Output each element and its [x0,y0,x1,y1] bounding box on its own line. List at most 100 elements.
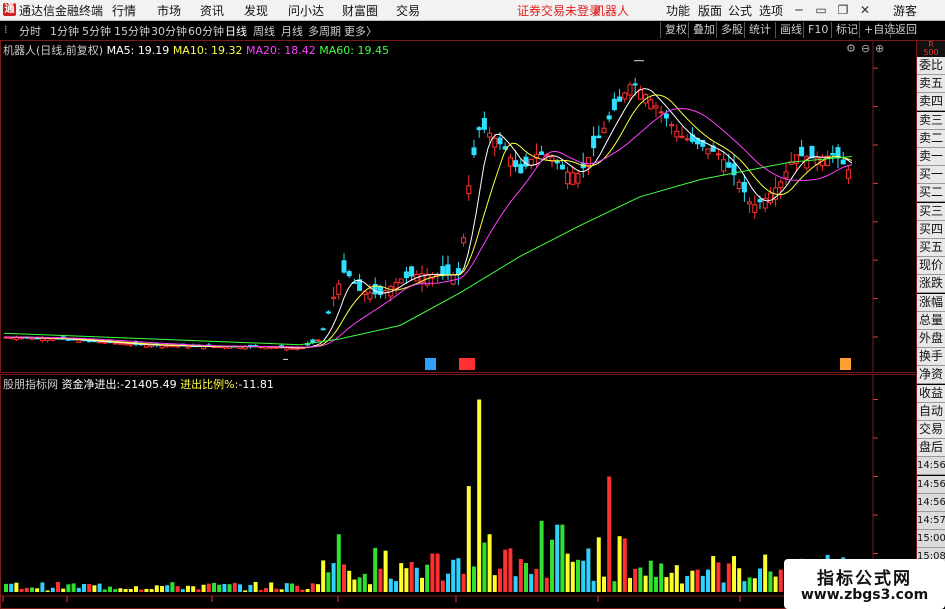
menu-faxian[interactable]: 发现 [244,2,268,19]
btn-duogu[interactable]: 多股 [716,22,747,38]
volume-bar [76,587,81,592]
btn-fuquan[interactable]: 复权 [660,22,691,38]
menu-gongshi[interactable]: 公式 [728,2,752,19]
volume-bar [570,561,575,592]
candle [601,121,607,134]
period-5min[interactable]: 5分钟 [82,23,111,39]
side-item[interactable]: 14:56 [917,457,945,476]
btn-f10[interactable]: F10 [803,22,832,38]
login-status[interactable]: 证券交易未登录 [517,2,601,19]
side-item[interactable]: 卖四 [917,93,945,112]
menu-hangqing[interactable]: 行情 [112,2,136,19]
restore-icon[interactable]: ❐ [832,1,854,19]
candle [617,88,623,102]
volume-bar [482,542,487,592]
side-item[interactable]: 外盘 [917,330,945,348]
menu-zixun[interactable]: 资讯 [200,2,224,19]
candlestick-chart[interactable] [0,40,917,373]
volume-bar [274,588,279,592]
side-item[interactable]: 涨跌 [917,275,945,294]
side-item[interactable]: 自动 [917,402,945,421]
side-item[interactable]: 卖二 [917,129,945,148]
period-60min[interactable]: 60分钟 [188,23,224,39]
menu-wenxiaoda[interactable]: 问小达 [288,2,324,19]
side-item[interactable]: 卖一 [917,148,945,166]
side-item[interactable]: 买一 [917,166,945,185]
candle [440,255,446,280]
volume-bar [123,589,128,592]
side-item[interactable]: 14:56 [917,493,945,512]
menu-jiaoyi[interactable]: 交易 [396,2,420,19]
volume-bar [399,563,404,592]
candle [684,134,690,142]
btn-biaoji[interactable]: 标记 [831,22,862,38]
minimize-icon[interactable]: ─ [788,1,810,19]
volume-bar [243,590,248,592]
user-label[interactable]: 游客 [893,2,917,19]
period-1min[interactable]: 1分钟 [50,23,79,39]
side-item[interactable]: 买二 [917,184,945,203]
candle-body [617,96,623,102]
close-icon[interactable]: ✕ [854,1,876,19]
side-item[interactable]: 15:00 [917,530,945,549]
side-item[interactable]: 盘后 [917,439,945,458]
side-item[interactable]: 买三 [917,202,945,221]
candle-body [721,159,727,172]
fund-flow-bar-chart[interactable] [0,374,917,609]
candle-body [497,137,503,145]
side-item[interactable]: 卖五 [917,75,945,94]
candle [201,346,207,350]
menu-gongneng[interactable]: 功能 [666,2,690,19]
candle [773,176,779,207]
menu-banmian[interactable]: 版面 [698,2,722,19]
side-item[interactable]: 现价 [917,257,945,276]
candle-body [596,135,602,139]
side-item[interactable]: 卖三 [917,111,945,130]
side-item[interactable]: 买五 [917,239,945,257]
candle-body [507,157,513,167]
period-30min[interactable]: 30分钟 [151,23,187,39]
volume-bar [768,571,773,592]
volume-bar [316,584,320,592]
candle [461,233,467,247]
side-item[interactable]: 净资 [917,366,945,385]
candle-body [76,339,82,343]
btn-tongji[interactable]: 统计 [744,22,775,38]
menu-xuanxiang[interactable]: 选项 [759,2,783,19]
event-marker [840,358,851,370]
period-more[interactable]: 更多〉 [344,23,377,39]
btn-back[interactable]: 返回 [890,22,921,38]
candle [445,255,451,280]
maximize-icon[interactable]: ▭ [810,1,832,19]
side-item[interactable]: 换手 [917,348,945,367]
side-item[interactable]: 14:56 [917,475,945,494]
period-weekly[interactable]: 周线 [253,23,275,39]
side-item[interactable]: 14:57 [917,512,945,530]
volume-bar [134,586,138,592]
volume-bar [295,585,300,592]
side-item[interactable]: 买四 [917,220,945,239]
volume-bar [581,560,586,592]
candle-body [679,135,685,138]
btn-huaxian[interactable]: 画线 [775,22,806,38]
candle-body [715,153,721,156]
side-item[interactable]: 总量 [917,311,945,330]
volume-bar [409,562,414,592]
volume-bar [472,566,476,592]
period-15min[interactable]: 15分钟 [114,23,150,39]
side-item[interactable]: 收益 [917,384,945,403]
volume-bar [284,583,289,592]
period-fenshi[interactable]: 分时 [19,23,41,39]
side-item[interactable]: 交易 [917,421,945,439]
period-daily[interactable]: 日线 [225,23,247,39]
period-monthly[interactable]: 月线 [281,23,303,39]
menu-shichang[interactable]: 市场 [157,2,181,19]
side-item[interactable]: 涨幅 [917,293,945,312]
period-multi[interactable]: 多周期 [308,23,341,39]
btn-diejia[interactable]: 叠加 [688,22,719,38]
menu-caifuquan[interactable]: 财富圈 [342,2,378,19]
volume-bar [19,588,24,592]
side-item[interactable]: 委比 [917,57,945,75]
candle-body [45,338,51,341]
volume-bar [71,583,76,592]
